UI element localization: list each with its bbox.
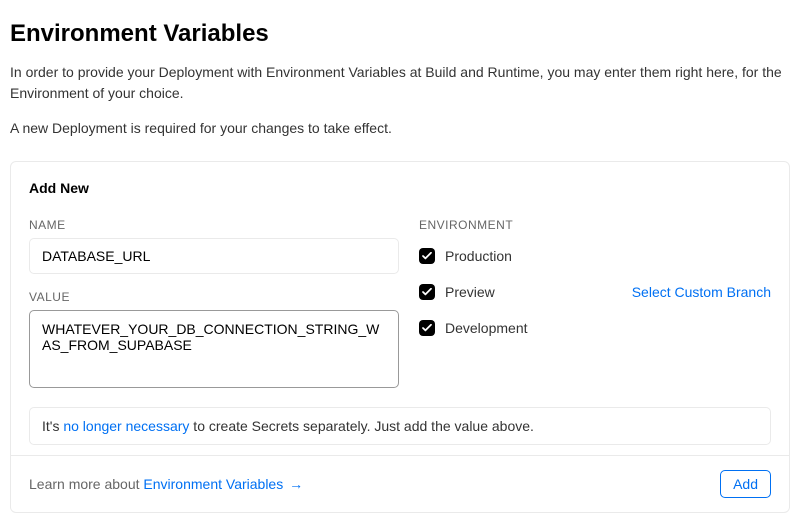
secrets-notice: It's no longer necessary to create Secre… — [29, 407, 771, 445]
notice-suffix: to create Secrets separately. Just add t… — [189, 418, 534, 434]
environment-label: ENVIRONMENT — [419, 218, 771, 232]
environment-row-preview: Preview Select Custom Branch — [419, 274, 771, 310]
arrow-right-icon: → — [289, 476, 303, 492]
name-input[interactable] — [29, 238, 399, 274]
checkbox-preview[interactable] — [419, 284, 435, 300]
panel-title: Add New — [29, 180, 771, 196]
value-label: VALUE — [29, 290, 399, 304]
page-title: Environment Variables — [10, 20, 790, 48]
add-button[interactable]: Add — [720, 470, 771, 498]
environment-label-development: Development — [445, 320, 528, 336]
environment-label-production: Production — [445, 248, 512, 264]
no-longer-necessary-link[interactable]: no longer necessary — [63, 418, 189, 434]
notice-prefix: It's — [42, 418, 63, 434]
panel-footer: Learn more about Environment Variables →… — [11, 455, 789, 512]
environment-label-preview: Preview — [445, 284, 495, 300]
learn-more-link[interactable]: Environment Variables → — [143, 476, 303, 492]
checkbox-production[interactable] — [419, 248, 435, 264]
add-new-panel: Add New NAME VALUE WHATEVER_YOUR_DB_CONN… — [10, 161, 790, 513]
environment-row-development: Development — [419, 310, 771, 346]
page-description-1: In order to provide your Deployment with… — [10, 62, 790, 104]
checkbox-development[interactable] — [419, 320, 435, 336]
value-textarea[interactable]: WHATEVER_YOUR_DB_CONNECTION_STRING_WAS_F… — [29, 310, 399, 388]
name-label: NAME — [29, 218, 399, 232]
environment-row-production: Production — [419, 238, 771, 274]
learn-more-prefix: Learn more about — [29, 476, 143, 492]
select-custom-branch-link[interactable]: Select Custom Branch — [632, 284, 771, 300]
page-description-2: A new Deployment is required for your ch… — [10, 118, 790, 139]
